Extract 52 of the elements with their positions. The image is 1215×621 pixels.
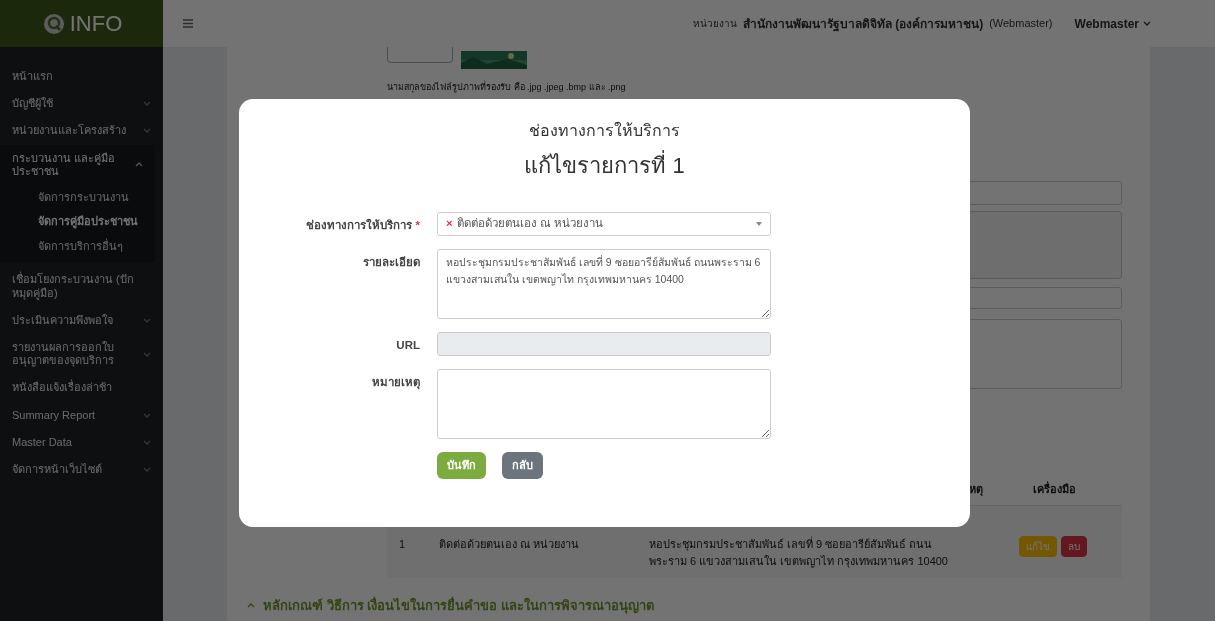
text-area[interactable] xyxy=(437,369,771,439)
sidebar-item[interactable]: Master Data xyxy=(0,428,163,456)
modal-subtitle: แก้ไขรายการที่ 1 xyxy=(239,149,970,182)
sidebar-item[interactable]: รายงานผลการออกใบอนุญาตของจุดบริการ xyxy=(0,334,163,375)
remove-tag-icon[interactable]: × xyxy=(446,215,453,233)
submenu-item[interactable]: จัดการบริการอื่นๆ xyxy=(0,233,155,259)
menu-icon[interactable] xyxy=(183,19,193,28)
submenu-item[interactable]: จัดการคู่มือประชาชน xyxy=(0,209,155,234)
chevron-icon xyxy=(143,351,151,357)
field-label: ช่องทางการให้บริการ xyxy=(305,219,412,231)
chevron-icon xyxy=(143,467,151,473)
field-label: รายละเอียด xyxy=(363,256,420,268)
role-label: (Webmaster) xyxy=(989,16,1053,32)
sidebar-item[interactable]: หนังสือแจ้งเรื่องล่าช้า xyxy=(0,374,163,402)
chevron-icon xyxy=(143,317,151,323)
sidebar-item[interactable]: ประเมินความพึงพอใจ xyxy=(0,306,163,334)
chevron-icon xyxy=(143,412,151,418)
unit-name: สำนักงานพัฒนารัฐบาลดิจิทัล (องค์การมหาชน) xyxy=(742,15,984,33)
sidebar-item[interactable]: หน้าแรก xyxy=(0,63,163,91)
user-menu[interactable]: Webmaster xyxy=(1074,14,1151,33)
sidebar-item[interactable]: กระบวนงาน และคู่มือประชาชน xyxy=(0,144,155,185)
dropdown-caret-icon xyxy=(756,222,762,226)
chevron-icon xyxy=(135,162,143,168)
field-label: URL xyxy=(396,339,420,351)
table-cell-text: หอประชุมกรมประชาสัมพันธ์ เลขที่ 9 ซอยอารีย์สัมพันธ์ ถนนพระราม 6 แขวงสามเสนใน เขตพญาไท กรุงเทพมหานคร 10400 xyxy=(648,536,949,570)
required-mark: * xyxy=(415,219,420,231)
sidebar-item[interactable]: เชื่อมโยงกระบวนงาน (ปักหมุดคู่มือ) xyxy=(0,266,163,307)
select-field[interactable]: × ติดต่อด้วยตนเอง ณ หน่วยงาน xyxy=(437,212,771,236)
sidebar-item[interactable]: จัดการหน้าเว็บไซต์ xyxy=(0,455,163,484)
column-header: หตุ xyxy=(969,481,984,497)
chevron-icon xyxy=(1143,21,1151,26)
field-label: หมายเหตุ xyxy=(372,376,420,388)
sidebar-item[interactable]: หน่วยงานและโครงสร้าง xyxy=(0,117,163,145)
text-area[interactable]: หอประชุมกรมประชาสัมพันธ์ เลขที่ 9 ซอยอารีย์สัมพันธ์ ถนนพระราม 6 แขวงสามเสนใน เขตพญาไท กรุงเทพมหานคร 10400 xyxy=(437,249,771,319)
unit-label: หน่วยงาน xyxy=(692,17,737,31)
upload-hint: นามสกุลของไฟล์รูปภาพที่รองรับ คือ .jpg .jpeg .bmp และ .png xyxy=(387,81,627,95)
logo-text: INFO xyxy=(69,10,123,38)
column-header: เครื่องมือ xyxy=(1033,480,1077,497)
chevron-icon xyxy=(143,439,151,445)
delete-button[interactable]: ลบ xyxy=(1061,536,1087,557)
submenu-item[interactable]: จัดการกระบวนงาน xyxy=(0,184,155,210)
section-title: หลักเกณฑ์ วิธีการ เงื่อนไขในการยื่นคำขอ และในการพิจารณาอนุญาต xyxy=(263,596,654,616)
sidebar-item[interactable]: Summary Report xyxy=(0,401,163,429)
modal-title: ช่องทางการให้บริการ xyxy=(528,120,681,141)
chevron-icon xyxy=(143,128,151,134)
selected-tag: ติดต่อด้วยตนเอง ณ หน่วยงาน xyxy=(456,215,604,233)
table-cell-text: 1 xyxy=(398,537,407,552)
chevron-icon xyxy=(143,101,151,107)
table-cell-text: ติดต่อด้วยตนเอง ณ หน่วยงาน xyxy=(438,537,581,552)
back-button[interactable]: กลับ xyxy=(502,452,543,479)
sidebar-item[interactable]: บัญชีผู้ใช้ xyxy=(0,90,163,118)
save-button[interactable]: บันทึก xyxy=(437,452,486,479)
